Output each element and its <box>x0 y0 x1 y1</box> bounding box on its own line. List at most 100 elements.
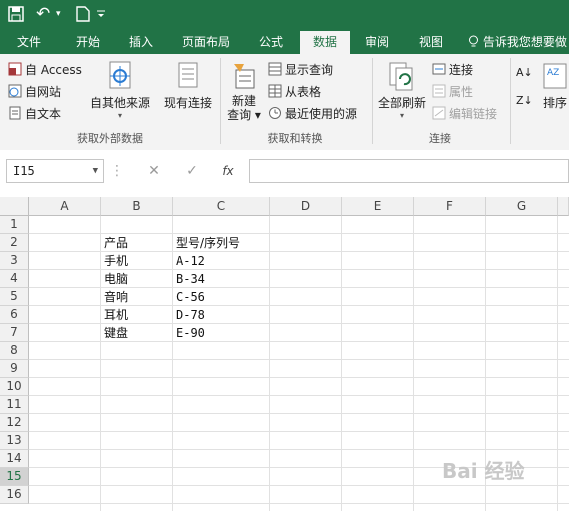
cell-c5[interactable]: C-56 <box>173 288 205 306</box>
cell-b5[interactable]: 音响 <box>101 288 128 306</box>
tab-review[interactable]: 审阅 <box>354 31 400 54</box>
cell-b4[interactable]: 电脑 <box>101 270 128 288</box>
tell-me-search[interactable]: 告诉我您想要做 <box>468 31 567 54</box>
save-icon[interactable] <box>8 4 24 24</box>
row-header[interactable]: 3 <box>0 252 29 270</box>
sort-az-button[interactable]: A↓ <box>516 62 533 82</box>
from-web-button[interactable]: 自网站 <box>8 81 61 101</box>
properties-label: 属性 <box>449 84 474 99</box>
connections-button[interactable]: 连接 <box>432 59 473 79</box>
formula-input[interactable] <box>249 159 569 183</box>
enter-icon[interactable]: ✓ <box>178 159 206 183</box>
sort-button[interactable]: AZ 排序 <box>540 60 569 111</box>
select-all-corner[interactable] <box>0 197 29 216</box>
formula-bar-area: I15 ▼ ⋮ ✕ ✓ fx <box>0 150 569 193</box>
cell-b7[interactable]: 键盘 <box>101 324 128 342</box>
new-query-icon <box>234 64 255 89</box>
column-header-b[interactable]: B <box>101 197 173 216</box>
sort-za-button[interactable]: Z↓ <box>516 90 533 110</box>
cell-c3[interactable]: A-12 <box>173 252 205 270</box>
tab-home[interactable]: 开始 <box>64 31 112 54</box>
row-header[interactable]: 16 <box>0 486 29 504</box>
cell-c6[interactable]: D-78 <box>173 306 205 324</box>
tab-page-layout[interactable]: 页面布局 <box>172 31 240 54</box>
cell-c4[interactable]: B-34 <box>173 270 205 288</box>
row-header[interactable]: 11 <box>0 396 29 414</box>
gridline <box>29 395 569 396</box>
row-header[interactable]: 8 <box>0 342 29 360</box>
new-query-button[interactable]: 新建 查询 ▾ <box>224 60 264 122</box>
recent-sources-label: 最近使用的源 <box>285 106 358 121</box>
web-icon <box>8 84 22 98</box>
column-header-g[interactable]: G <box>486 197 558 216</box>
undo-dropdown-icon[interactable]: ▾ <box>56 4 61 24</box>
row-header[interactable]: 12 <box>0 414 29 432</box>
from-table-label: 从表格 <box>285 84 322 99</box>
row-header[interactable]: 9 <box>0 360 29 378</box>
row-header[interactable]: 5 <box>0 288 29 306</box>
chevron-down-icon: ▾ <box>117 111 122 120</box>
from-access-button[interactable]: 自 Access <box>8 59 82 79</box>
gridline <box>29 431 569 432</box>
sort-az-icon: A↓ <box>516 65 533 79</box>
tab-formulas[interactable]: 公式 <box>248 31 294 54</box>
row-header[interactable]: 1 <box>0 216 29 234</box>
text-file-icon <box>8 106 22 120</box>
properties-button[interactable]: 属性 <box>432 81 473 101</box>
insert-function-button[interactable]: fx <box>214 159 242 183</box>
row-header[interactable]: 13 <box>0 432 29 450</box>
watermark-logo: Bai 经验 <box>442 459 525 483</box>
tab-view[interactable]: 视图 <box>408 31 454 54</box>
row-header[interactable]: 14 <box>0 450 29 468</box>
gridline <box>29 377 569 378</box>
existing-connections-button[interactable]: 现有连接 <box>160 60 216 111</box>
tab-insert[interactable]: 插入 <box>118 31 164 54</box>
column-header-c[interactable]: C <box>173 197 270 216</box>
column-header-d[interactable]: D <box>270 197 342 216</box>
from-other-sources-label: 自其他来源 <box>89 96 150 110</box>
resize-handle-icon[interactable]: ⋮ <box>110 159 124 183</box>
refresh-all-button[interactable]: 全部刷新 ▾ <box>376 60 428 120</box>
from-table-button[interactable]: 从表格 <box>268 81 321 101</box>
gridline <box>29 503 569 504</box>
name-box[interactable]: I15 ▼ <box>6 159 104 183</box>
tab-file[interactable]: 文件 <box>6 31 52 54</box>
tab-data[interactable]: 数据 <box>300 31 350 54</box>
column-header-a[interactable]: A <box>29 197 101 216</box>
customize-qat-icon[interactable] <box>96 4 106 24</box>
tell-me-text: 告诉我您想要做 <box>482 35 567 49</box>
column-header-f[interactable]: F <box>414 197 486 216</box>
existing-connections-icon <box>178 62 198 88</box>
quick-access-toolbar: ↶ ▾ <box>0 0 569 28</box>
edit-links-button[interactable]: 编辑链接 <box>432 103 497 123</box>
group-label-connections: 连接 <box>429 132 451 145</box>
row-header[interactable]: 6 <box>0 306 29 324</box>
edit-links-icon <box>432 106 446 120</box>
column-header-e[interactable]: E <box>342 197 414 216</box>
row-header[interactable]: 4 <box>0 270 29 288</box>
cell-c2[interactable]: 型号/序列号 <box>173 234 240 252</box>
gridline <box>29 413 569 414</box>
cell-c7[interactable]: E-90 <box>173 324 205 342</box>
show-queries-button[interactable]: 显示查询 <box>268 59 333 79</box>
chevron-down-icon[interactable]: ▼ <box>93 160 98 182</box>
new-file-icon[interactable] <box>76 4 90 24</box>
from-text-button[interactable]: 自文本 <box>8 103 61 123</box>
cell-b6[interactable]: 耳机 <box>101 306 128 324</box>
recent-sources-button[interactable]: 最近使用的源 <box>268 103 357 123</box>
row-header[interactable]: 2 <box>0 234 29 252</box>
column-header-h[interactable] <box>558 197 569 216</box>
edit-links-label: 编辑链接 <box>449 106 498 121</box>
row-header[interactable]: 10 <box>0 378 29 396</box>
cell-b3[interactable]: 手机 <box>101 252 128 270</box>
connections-icon <box>432 62 446 76</box>
from-other-sources-button[interactable]: 自其他来源 ▾ <box>88 60 152 120</box>
access-icon <box>8 62 22 76</box>
row-header[interactable]: 7 <box>0 324 29 342</box>
cell-b2[interactable]: 产品 <box>101 234 128 252</box>
show-queries-label: 显示查询 <box>285 62 334 77</box>
cancel-icon[interactable]: ✕ <box>140 159 168 183</box>
row-header[interactable]: 15 <box>0 468 29 486</box>
undo-icon[interactable]: ↶ <box>36 4 50 24</box>
new-query-label: 新建 查询 ▾ <box>227 94 261 122</box>
